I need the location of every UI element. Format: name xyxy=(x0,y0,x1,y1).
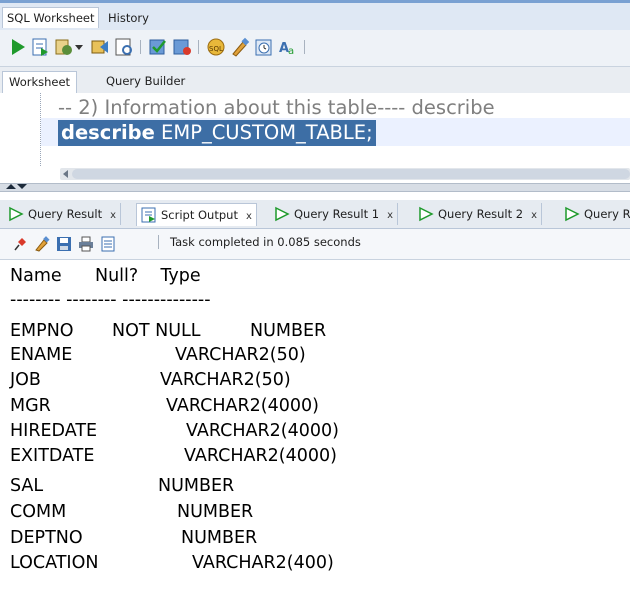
scrollbar-thumb[interactable] xyxy=(72,169,630,179)
column-name: MGR xyxy=(10,396,51,416)
column-type: NUMBER xyxy=(158,476,235,496)
sql-tuning-icon[interactable] xyxy=(114,37,134,57)
tab-query-result-3[interactable]: Query R xyxy=(560,203,630,225)
svg-text:SQL: SQL xyxy=(209,45,223,53)
toolbar-separator xyxy=(198,40,199,54)
editor-comment-line[interactable]: -- 2) Information about this table---- d… xyxy=(58,96,495,119)
column-type: VARCHAR2(4000) xyxy=(166,396,319,416)
svg-text:a: a xyxy=(288,46,294,57)
clear-output-icon[interactable] xyxy=(34,236,50,252)
tab-label: Query Result 1 xyxy=(294,207,380,221)
column-name: COMM xyxy=(10,502,67,522)
column-nullable: NOT NULL xyxy=(112,321,201,341)
output-file-icon[interactable] xyxy=(100,236,116,252)
play-icon xyxy=(419,206,434,222)
tab-history[interactable]: History xyxy=(104,8,153,28)
column-type: VARCHAR2(4000) xyxy=(184,446,337,466)
rollback-icon[interactable] xyxy=(172,37,192,57)
tab-query-result[interactable]: Query Result x xyxy=(4,203,122,225)
sql-icon[interactable]: SQL xyxy=(206,37,226,57)
toolbar-separator xyxy=(304,40,305,54)
close-icon[interactable]: x xyxy=(531,210,537,221)
script-icon xyxy=(141,207,156,223)
print-icon[interactable] xyxy=(78,236,94,252)
clear-icon[interactable] xyxy=(230,37,250,57)
keyword-describe: describe xyxy=(61,121,155,144)
task-status-text: Task completed in 0.085 seconds xyxy=(170,235,361,249)
column-type: VARCHAR2(400) xyxy=(192,553,334,573)
column-type: NUMBER xyxy=(177,502,254,522)
scroll-left-icon[interactable] xyxy=(60,168,72,180)
history-icon[interactable] xyxy=(254,37,274,57)
autotrace-icon[interactable] xyxy=(54,37,74,57)
tab-query-result-2[interactable]: Query Result 2 x xyxy=(414,203,543,225)
top-tab-strip: SQL Worksheet History xyxy=(0,0,630,30)
tab-query-result-1[interactable]: Query Result 1 x xyxy=(270,203,399,225)
run-statement-icon[interactable] xyxy=(8,37,28,57)
output-header: Name Null? Type xyxy=(10,266,201,286)
toolbar-separator xyxy=(158,235,159,249)
column-name: LOCATION xyxy=(10,553,99,573)
play-icon xyxy=(565,206,580,222)
worksheet-toolbar: SQL Aa xyxy=(0,30,630,67)
table-name-text: EMP_CUSTOM_TABLE; xyxy=(154,121,373,144)
explain-plan-icon[interactable] xyxy=(90,37,110,57)
run-script-icon[interactable] xyxy=(30,37,50,57)
play-icon xyxy=(9,206,24,222)
toolbar-separator xyxy=(140,40,141,54)
close-icon[interactable]: x xyxy=(387,210,393,221)
tab-worksheet[interactable]: Worksheet xyxy=(2,71,78,93)
tab-query-builder[interactable]: Query Builder xyxy=(100,71,191,92)
commit-icon[interactable] xyxy=(148,37,168,57)
column-type: NUMBER xyxy=(181,528,258,548)
output-rule: -------- -------- -------------- xyxy=(10,290,211,310)
column-name: DEPTNO xyxy=(10,528,83,548)
result-tab-strip: Query Result x Script Output x Query Resul… xyxy=(0,200,630,229)
worksheet-tab-strip: Worksheet Query Builder xyxy=(0,67,630,94)
format-icon[interactable]: Aa xyxy=(278,37,298,57)
column-type: NUMBER xyxy=(250,321,327,341)
save-icon[interactable] xyxy=(56,236,72,252)
tab-sql-worksheet[interactable]: SQL Worksheet xyxy=(2,7,100,28)
column-name: HIREDATE xyxy=(10,421,98,441)
chevron-down-icon[interactable] xyxy=(74,37,84,57)
close-icon[interactable]: x xyxy=(110,210,116,221)
pin-icon[interactable] xyxy=(12,236,28,252)
tab-script-output[interactable]: Script Output x xyxy=(136,203,257,226)
column-type: VARCHAR2(50) xyxy=(175,345,306,365)
tab-label: Query Result 2 xyxy=(438,207,524,221)
column-name: EXITDATE xyxy=(10,446,95,466)
tab-label: Query Result xyxy=(28,207,103,221)
column-name: JOB xyxy=(10,370,41,390)
splitter-arrows-icon[interactable] xyxy=(4,183,28,191)
close-icon[interactable]: x xyxy=(246,211,252,222)
column-name: ENAME xyxy=(10,345,73,365)
editor-selected-line[interactable]: describe EMP_CUSTOM_TABLE; xyxy=(58,120,376,146)
column-type: VARCHAR2(4000) xyxy=(186,421,339,441)
pane-splitter[interactable] xyxy=(0,183,630,192)
play-icon xyxy=(275,206,290,222)
tab-label: Script Output xyxy=(161,208,238,222)
tab-label: Query R xyxy=(584,207,630,221)
column-type: VARCHAR2(50) xyxy=(160,370,291,390)
column-name: SAL xyxy=(10,476,44,496)
column-name: EMPNO xyxy=(10,321,74,341)
